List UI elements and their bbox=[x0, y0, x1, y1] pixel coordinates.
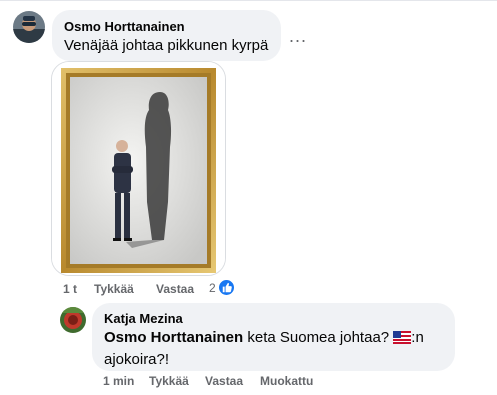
reply-timestamp[interactable]: 1 min bbox=[103, 374, 134, 388]
like-button[interactable]: Tykkää bbox=[94, 282, 134, 296]
avatar-katja[interactable] bbox=[60, 307, 86, 333]
reply-like-button[interactable]: Tykkää bbox=[149, 374, 189, 388]
reply-text: Osmo Horttanainen keta Suomea johtaa? :n… bbox=[104, 328, 449, 370]
reply-author[interactable]: Katja Mezina bbox=[104, 311, 183, 326]
comment-timestamp[interactable]: 1 t bbox=[63, 282, 77, 296]
reply-text-part1: keta Suomea johtaa? bbox=[243, 329, 394, 346]
avatar-osmo[interactable] bbox=[13, 11, 45, 43]
reply-bubble: Katja Mezina Osmo Horttanainen keta Suom… bbox=[92, 303, 455, 371]
comment-actions: 1 t Tykkää Vastaa bbox=[63, 282, 213, 298]
framed-man-shadow-image bbox=[52, 62, 225, 275]
comment-text: Venäjää johtaa pikkunen kyrpä bbox=[64, 37, 269, 54]
top-divider bbox=[0, 0, 497, 1]
comment-author[interactable]: Osmo Horttanainen bbox=[64, 19, 185, 34]
us-flag-icon bbox=[393, 330, 412, 350]
reply-text-line2: ajokoira?! bbox=[104, 351, 170, 368]
reply-actions: 1 min Tykkää Vastaa Muokattu bbox=[103, 374, 333, 390]
reply-button[interactable]: Vastaa bbox=[156, 282, 194, 296]
more-options-icon[interactable]: ... bbox=[289, 26, 307, 47]
thumbs-up-icon bbox=[217, 278, 236, 297]
mention-link[interactable]: Osmo Horttanainen bbox=[104, 329, 243, 346]
reply-reply-button[interactable]: Vastaa bbox=[205, 374, 243, 388]
reaction-count: 2 bbox=[209, 281, 216, 295]
comment-image[interactable] bbox=[51, 61, 226, 276]
reply-text-part2: :n bbox=[411, 329, 424, 346]
edited-label: Muokattu bbox=[260, 374, 314, 388]
comment-bubble: Osmo Horttanainen Venäjää johtaa pikkune… bbox=[52, 10, 281, 61]
